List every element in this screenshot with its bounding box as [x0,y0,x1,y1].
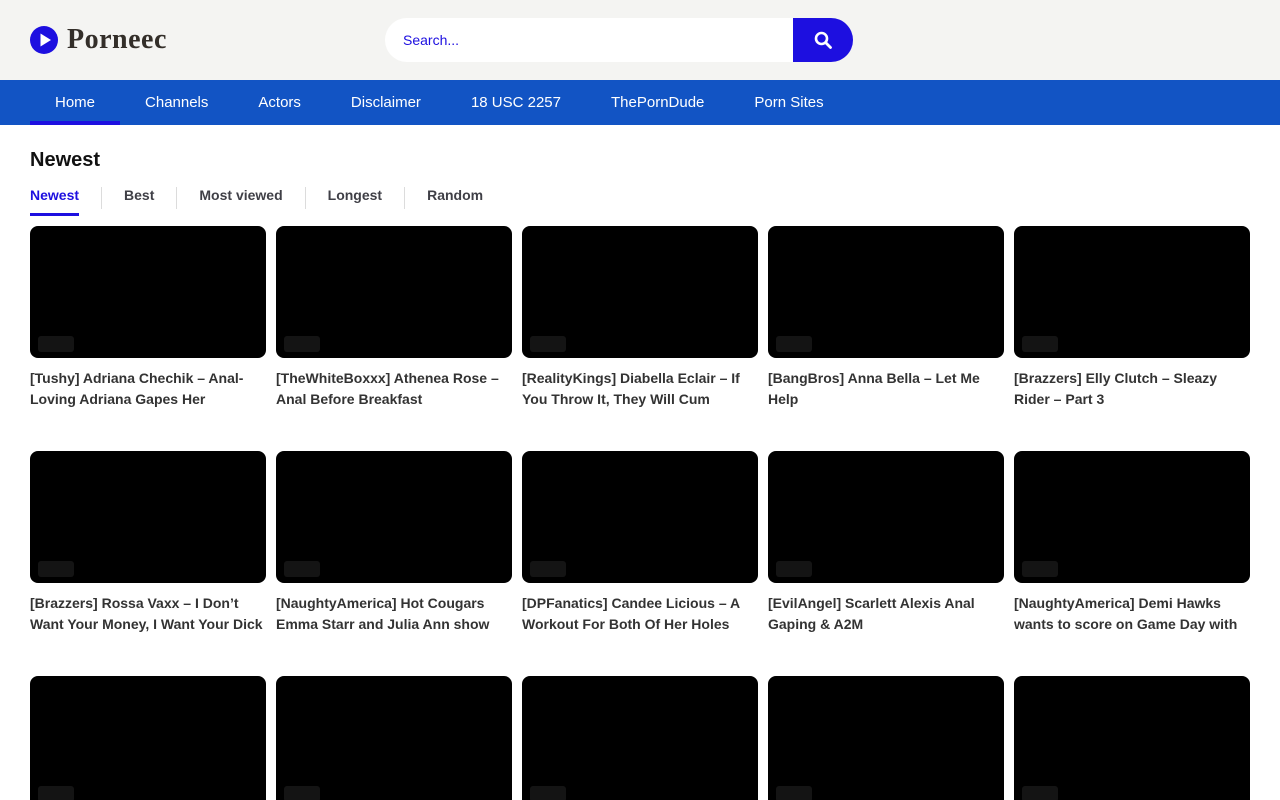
video-thumbnail[interactable] [1014,451,1250,583]
nav-item-disclaimer[interactable]: Disclaimer [326,80,446,125]
nav-item-18-usc-2257[interactable]: 18 USC 2257 [446,80,586,125]
search-input[interactable] [385,18,793,62]
duration-badge [530,336,566,352]
video-card[interactable] [522,676,758,800]
video-thumbnail[interactable] [768,676,1004,800]
video-thumbnail[interactable] [1014,226,1250,358]
video-card[interactable]: [NaughtyAmerica] Hot Cougars Emma Starr … [276,451,512,635]
search-button[interactable] [793,18,853,62]
search-icon [812,29,834,51]
duration-badge [1022,786,1058,800]
nav-item-actors[interactable]: Actors [233,80,326,125]
video-card[interactable]: [Tushy] Adriana Chechik – Anal-Loving Ad… [30,226,266,410]
main-content: Newest Newest Best Most viewed Longest R… [0,125,1280,800]
nav-item-channels[interactable]: Channels [120,80,233,125]
video-title[interactable]: [Tushy] Adriana Chechik – Anal-Loving Ad… [30,368,266,410]
tab-best[interactable]: Best [124,187,154,216]
video-card[interactable]: [Brazzers] Elly Clutch – Sleazy Rider – … [1014,226,1250,410]
nav-item-porn-sites[interactable]: Porn Sites [729,80,848,125]
video-card[interactable] [30,676,266,800]
video-card[interactable]: [BangBros] Anna Bella – Let Me Help [768,226,1004,410]
video-card[interactable]: [EvilAngel] Scarlett Alexis Anal Gaping … [768,451,1004,635]
nav-item-theporndude[interactable]: ThePornDude [586,80,729,125]
video-thumbnail[interactable] [768,451,1004,583]
search-form [385,18,853,62]
video-thumbnail[interactable] [30,676,266,800]
video-thumbnail[interactable] [30,451,266,583]
video-thumbnail[interactable] [522,451,758,583]
video-thumbnail[interactable] [768,226,1004,358]
duration-badge [1022,561,1058,577]
duration-badge [284,336,320,352]
video-thumbnail[interactable] [30,226,266,358]
tab-divider [305,187,306,209]
video-title[interactable]: [BangBros] Anna Bella – Let Me Help [768,368,1004,410]
duration-badge [776,561,812,577]
duration-badge [38,336,74,352]
tab-newest[interactable]: Newest [30,187,79,216]
play-icon [30,26,58,54]
page-title: Newest [30,147,1250,173]
video-title[interactable]: [RealityKings] Diabella Eclair – If You … [522,368,758,410]
video-thumbnail[interactable] [1014,676,1250,800]
video-title[interactable]: [NaughtyAmerica] Hot Cougars Emma Starr … [276,593,512,635]
video-thumbnail[interactable] [522,226,758,358]
video-thumbnail[interactable] [276,451,512,583]
video-title[interactable]: [NaughtyAmerica] Demi Hawks wants to sco… [1014,593,1250,635]
tab-divider [101,187,102,209]
duration-badge [530,786,566,800]
duration-badge [1022,336,1058,352]
video-card[interactable]: [Brazzers] Rossa Vaxx – I Don’t Want You… [30,451,266,635]
video-grid: [Tushy] Adriana Chechik – Anal-Loving Ad… [30,226,1250,800]
main-nav: Home Channels Actors Disclaimer 18 USC 2… [0,80,1280,125]
sort-tabs: Newest Best Most viewed Longest Random [30,187,1250,216]
tab-divider [176,187,177,209]
site-header: Porneec [0,0,1280,80]
site-logo[interactable]: Porneec [30,24,167,56]
video-card[interactable]: [NaughtyAmerica] Demi Hawks wants to sco… [1014,451,1250,635]
tab-divider [404,187,405,209]
video-card[interactable] [768,676,1004,800]
video-card[interactable]: [DPFanatics] Candee Licious – A Workout … [522,451,758,635]
video-thumbnail[interactable] [276,676,512,800]
video-title[interactable]: [TheWhiteBoxxx] Athenea Rose – Anal Befo… [276,368,512,410]
video-title[interactable]: [DPFanatics] Candee Licious – A Workout … [522,593,758,635]
duration-badge [38,786,74,800]
video-title[interactable]: [Brazzers] Rossa Vaxx – I Don’t Want You… [30,593,266,635]
video-title[interactable]: [Brazzers] Elly Clutch – Sleazy Rider – … [1014,368,1250,410]
duration-badge [284,786,320,800]
duration-badge [530,561,566,577]
video-card[interactable] [1014,676,1250,800]
duration-badge [776,786,812,800]
logo-text: Porneec [67,24,167,56]
tab-longest[interactable]: Longest [328,187,382,216]
duration-badge [38,561,74,577]
video-card[interactable]: [TheWhiteBoxxx] Athenea Rose – Anal Befo… [276,226,512,410]
duration-badge [284,561,320,577]
video-thumbnail[interactable] [276,226,512,358]
video-thumbnail[interactable] [522,676,758,800]
tab-most-viewed[interactable]: Most viewed [199,187,282,216]
tab-random[interactable]: Random [427,187,483,216]
video-card[interactable]: [RealityKings] Diabella Eclair – If You … [522,226,758,410]
video-title[interactable]: [EvilAngel] Scarlett Alexis Anal Gaping … [768,593,1004,635]
nav-item-home[interactable]: Home [30,80,120,125]
duration-badge [776,336,812,352]
video-card[interactable] [276,676,512,800]
